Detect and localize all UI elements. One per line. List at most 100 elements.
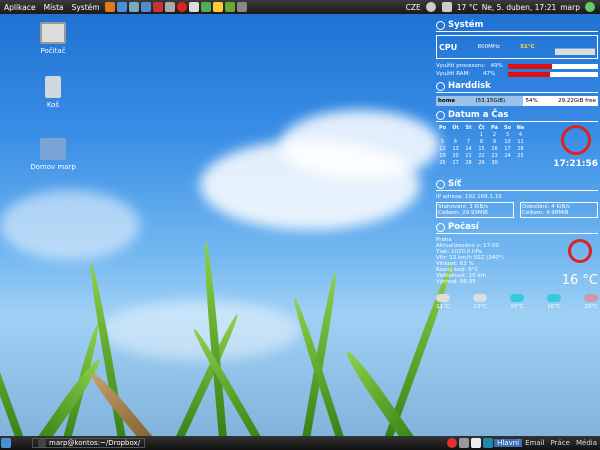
workspace-work[interactable]: Práce — [548, 439, 573, 447]
calendar-day: 1 — [479, 132, 484, 138]
calendar-weekday: Ne — [516, 125, 525, 131]
media-launcher-icon[interactable] — [152, 2, 163, 12]
menu-system[interactable]: Systém — [68, 3, 104, 12]
cpu-freq: 800MHz — [477, 44, 500, 50]
calendar-day: 2 — [492, 132, 497, 138]
cpu-label: CPU — [439, 42, 458, 52]
network-section-icon — [436, 179, 445, 189]
weather-temp-big: 16 °C — [561, 273, 598, 288]
calendar-day: 26 — [439, 160, 446, 166]
skype-launcher-icon[interactable] — [140, 2, 151, 12]
menu-applications[interactable]: Aplikace — [0, 3, 40, 12]
weather-icon — [436, 222, 445, 232]
taskbar-window-terminal[interactable]: marp@kontos:~/Dropbox/ — [32, 438, 146, 448]
calendar-weekday: St — [465, 125, 472, 131]
calendar-day: 9 — [492, 139, 497, 145]
network-icon[interactable] — [425, 2, 436, 12]
ram-usage-row: Využití RAM: 47% — [436, 71, 598, 77]
calendar-day: 17 — [504, 146, 511, 152]
calc-launcher-icon[interactable] — [236, 2, 247, 12]
firefox-launcher-icon[interactable] — [104, 2, 115, 12]
tray-app-icon[interactable] — [459, 438, 470, 448]
conky-widget: Systém CPU 800MHz 51°C Využití procesoru… — [436, 16, 598, 434]
files-launcher-icon[interactable] — [212, 2, 223, 12]
show-desktop-icon[interactable] — [1, 438, 11, 448]
rain-cloud-icon — [547, 294, 561, 302]
editor-launcher-icon[interactable] — [164, 2, 175, 12]
download-total: Celkem: 29.93MiB — [438, 210, 488, 216]
download-box: Stahování: 3 KiB/s Celkem: 29.93MiB — [436, 202, 514, 218]
office-launcher-icon[interactable] — [200, 2, 211, 12]
cpu-graph — [555, 39, 595, 55]
desktop-icon-computer[interactable]: Počítač — [28, 22, 78, 55]
divider — [436, 233, 598, 234]
calendar-day: 10 — [504, 139, 511, 145]
calendar-day — [462, 132, 475, 138]
calendar-weekday: Út — [452, 125, 459, 131]
calendar-day: 27 — [452, 160, 459, 166]
volume-icon[interactable] — [441, 2, 452, 12]
forecast-day: 13°C — [473, 294, 487, 310]
clock-time: 17:21:56 — [553, 159, 598, 169]
harddisk-section-title: Harddisk — [436, 81, 598, 91]
trash-icon — [45, 76, 61, 98]
hdd-name: home — [438, 98, 456, 104]
calendar-day: 12 — [439, 146, 446, 152]
weather-lines: Praha Aktualizováno v: 17:00 Tlak: 1020.… — [436, 237, 504, 285]
tray-chart-icon[interactable] — [483, 438, 494, 448]
tray-stop-icon[interactable] — [447, 438, 458, 448]
calendar-day: 25 — [517, 153, 524, 159]
writer-launcher-icon[interactable] — [224, 2, 235, 12]
calendar: Po Út St Čt Pá So Ne 1 2 3 4 5 6 7 8 9 10 11 12 13 14 15 16 17 1… — [436, 125, 527, 166]
calendar-day — [436, 132, 449, 138]
system-section-title: Systém — [436, 20, 598, 30]
terminal-launcher-icon[interactable] — [188, 2, 199, 12]
tray-notes-icon[interactable] — [471, 438, 482, 448]
player-launcher-icon[interactable] — [176, 2, 187, 12]
clock-face-icon — [560, 125, 591, 155]
calendar-day: 19 — [439, 153, 446, 159]
workspace-email[interactable]: Email — [522, 439, 547, 447]
desktop-icon-trash[interactable]: Koš — [28, 76, 78, 109]
workspace-media[interactable]: Média — [573, 439, 600, 447]
desktop-icon-home[interactable]: Domov marp — [28, 138, 78, 171]
calendar-day: 15 — [478, 146, 485, 152]
hdd-bar: home (53.15GiB) 54% 29.22GiB free — [436, 96, 598, 106]
weather-temp[interactable]: 17 °C — [457, 3, 478, 12]
ram-usage-bar — [508, 71, 598, 77]
calendar-day: 29 — [478, 160, 485, 166]
ram-usage-value: 47% — [482, 71, 496, 77]
calendar-day: 7 — [466, 139, 471, 145]
cpu-usage-row: Využití procesoru: 49% — [436, 63, 598, 69]
divider — [436, 190, 598, 191]
clock[interactable]: Ne, 5. duben, 17:21 — [482, 3, 557, 12]
calendar-day: 4 — [518, 132, 523, 138]
calendar-day: 11 — [517, 139, 524, 145]
divider — [436, 92, 598, 93]
divider — [436, 121, 598, 122]
calendar-day: 8 — [479, 139, 484, 145]
thunderbird-launcher-icon[interactable] — [116, 2, 127, 12]
clock-icon — [436, 110, 445, 120]
clock-widget: 17:21:56 — [553, 125, 598, 169]
divider — [436, 31, 598, 32]
cpu-usage-value: 49% — [490, 63, 503, 69]
weather-info: Praha Aktualizováno v: 17:00 Tlak: 1020.… — [436, 237, 598, 288]
menu-places[interactable]: Místa — [40, 3, 68, 12]
calendar-day: 14 — [465, 146, 472, 152]
datetime-section-title: Datum a Čas — [436, 110, 598, 120]
calendar-weekday: Po — [438, 125, 447, 131]
calendar-day: 21 — [465, 153, 472, 159]
workspace-main[interactable]: Hlavní — [494, 439, 523, 447]
user-name[interactable]: marp — [560, 3, 580, 12]
weather-line: Východ: 06:35 — [436, 279, 476, 285]
power-icon[interactable] — [585, 2, 595, 12]
keyboard-layout[interactable]: CZE — [406, 3, 421, 12]
calendar-day: 5 — [440, 139, 445, 145]
pidgin-launcher-icon[interactable] — [128, 2, 139, 12]
calendar-day: 24 — [504, 153, 511, 159]
cpu-temp: 51°C — [520, 44, 535, 50]
cloud-icon — [436, 294, 450, 302]
calendar-day: 30 — [491, 160, 498, 166]
desktop-icon-label: Domov marp — [30, 163, 76, 171]
